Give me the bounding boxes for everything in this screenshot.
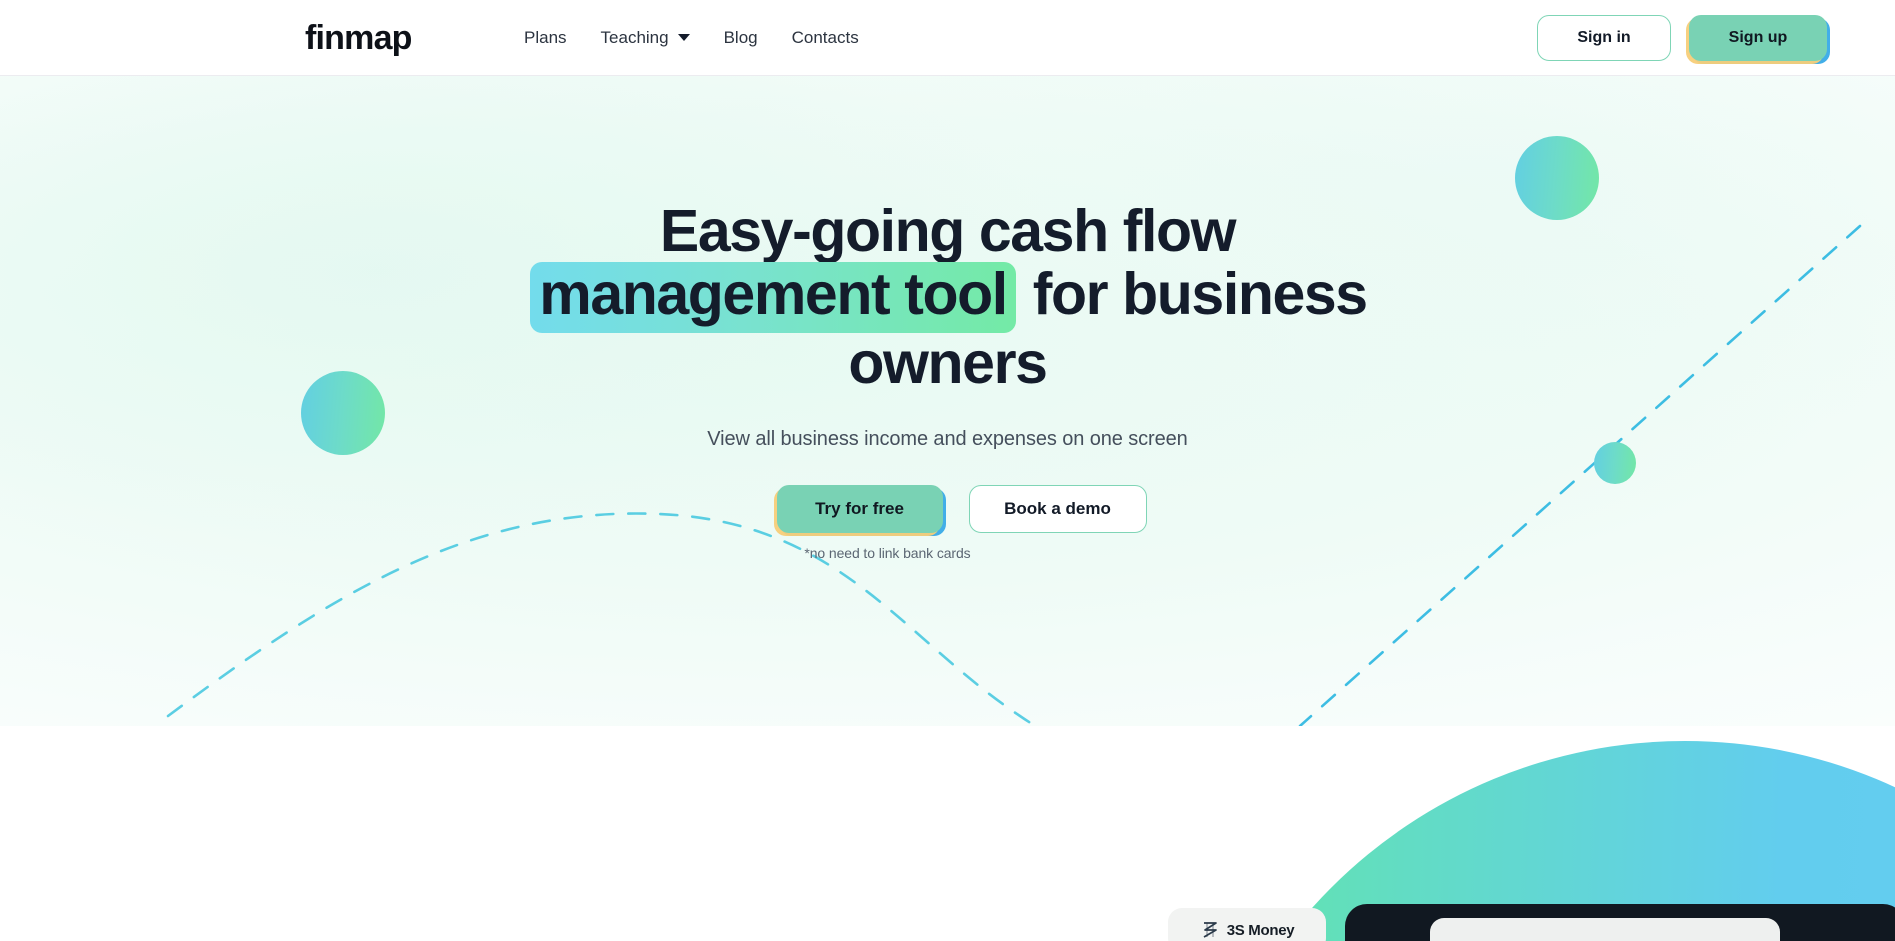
nav-item-plans[interactable]: Plans (524, 28, 567, 48)
main-navigation: Plans Teaching Blog Contacts (524, 28, 859, 48)
try-for-free-button[interactable]: Try for free (776, 485, 943, 534)
sign-in-button[interactable]: Sign in (1537, 14, 1671, 61)
headline-line-2-tail: for business (1017, 261, 1368, 328)
nav-item-label: Contacts (791, 27, 859, 47)
headline-highlight: management tool (530, 262, 1016, 333)
nav-item-label: Blog (723, 27, 758, 47)
landing-page: finmap Plans Teaching Blog Contacts Sign… (0, 0, 1895, 941)
header-actions: Sign in Sign up (1537, 14, 1827, 61)
hero-section: Easy-going cash flow management tool for… (0, 76, 1895, 726)
nav-item-label: Plans (524, 27, 567, 47)
headline-line-1: Easy-going cash flow (659, 198, 1237, 264)
headline-line-2: management tool for business (468, 261, 1428, 333)
nav-item-blog[interactable]: Blog (724, 28, 758, 48)
nav-item-contacts[interactable]: Contacts (792, 28, 859, 48)
site-header: finmap Plans Teaching Blog Contacts Sign… (0, 0, 1895, 76)
product-visual-section (0, 726, 1895, 941)
hero-subtitle: View all business income and expenses on… (707, 428, 1188, 451)
nav-item-label: Teaching (600, 27, 669, 47)
nav-item-teaching[interactable]: Teaching (601, 28, 690, 48)
three-s-money-logo-icon (1203, 922, 1217, 938)
partner-badge-3s-money: 3S Money (1168, 908, 1326, 941)
book-a-demo-button[interactable]: Book a demo (968, 485, 1147, 534)
sign-up-button[interactable]: Sign up (1689, 14, 1827, 61)
hero-cta-row: Try for free Book a demo (749, 485, 1147, 534)
finmap-logo[interactable]: finmap (305, 21, 412, 55)
chevron-down-icon (677, 34, 690, 41)
headline-line-3: owners (848, 329, 1048, 396)
partner-badge-label: 3S Money (1226, 921, 1295, 939)
page-title: Easy-going cash flow management tool for… (468, 198, 1428, 396)
cta-note: *no need to link bank cards (804, 545, 971, 562)
hero-content: Easy-going cash flow management tool for… (0, 76, 1895, 561)
device-mockup-screen (1430, 918, 1780, 941)
